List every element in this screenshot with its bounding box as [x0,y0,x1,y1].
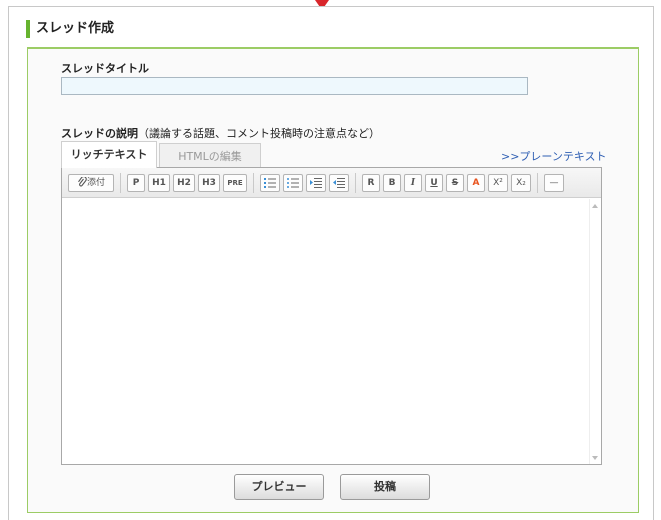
horizontal-rule-button[interactable]: — [544,174,564,192]
ordered-list-icon [264,178,276,188]
unordered-list-button[interactable] [283,174,303,192]
indent-icon [310,178,322,188]
thread-title-input[interactable] [61,77,528,95]
editor-scrollbar[interactable] [589,199,601,464]
thread-title-label: スレッドタイトル [61,62,149,75]
toolbar-divider [537,173,538,193]
submit-button[interactable]: 投稿 [340,474,430,500]
indent-button[interactable] [306,174,326,192]
preformatted-button[interactable]: PRE [223,174,247,192]
scroll-up-arrow-icon[interactable] [592,204,598,208]
paragraph-button[interactable]: P [127,174,145,192]
outdent-button[interactable] [329,174,349,192]
page-title: スレッド作成 [36,21,115,36]
thread-form-panel: スレッドタイトル スレッドの説明（議論する話題、コメント投稿時の注意点など） リ… [27,47,639,513]
thread-description-label: スレッドの説明（議論する話題、コメント投稿時の注意点など） [61,125,380,141]
attach-button[interactable]: 添付 [68,174,114,192]
bullet-list-icon [287,178,299,188]
toolbar-divider [120,173,121,193]
rich-text-editor: 添付 P H1 H2 H3 PRE R B I U S A X² X₂ — [61,167,602,465]
bold-button[interactable]: B [383,174,401,192]
editor-body[interactable] [62,199,601,464]
preview-button[interactable]: プレビュー [234,474,324,500]
heading2-button[interactable]: H2 [173,174,195,192]
subscript-button[interactable]: X₂ [511,174,531,192]
editor-toolbar: 添付 P H1 H2 H3 PRE R B I U S A X² X₂ — [62,168,601,198]
section-header: スレッド作成 [26,20,114,38]
paperclip-icon [78,176,87,187]
text-color-button[interactable]: A [467,174,485,192]
remove-format-button[interactable]: R [362,174,380,192]
scroll-down-arrow-icon[interactable] [592,456,598,460]
toolbar-divider [253,173,254,193]
description-label-main: スレッドの説明 [61,127,138,140]
strikethrough-button[interactable]: S [446,174,464,192]
toolbar-divider [355,173,356,193]
heading1-button[interactable]: H1 [148,174,170,192]
attach-label: 添付 [86,178,105,188]
description-label-note: （議論する話題、コメント投稿時の注意点など） [138,127,380,140]
superscript-button[interactable]: X² [488,174,508,192]
tab-rich-text[interactable]: リッチテキスト [61,141,157,168]
underline-button[interactable]: U [425,174,443,192]
outdent-icon [333,178,345,188]
plain-text-link[interactable]: >>プレーンテキスト [501,148,607,164]
tab-html-edit[interactable]: HTMLの編集 [159,143,261,167]
heading3-button[interactable]: H3 [198,174,220,192]
italic-button[interactable]: I [404,174,422,192]
ordered-list-button[interactable] [260,174,280,192]
